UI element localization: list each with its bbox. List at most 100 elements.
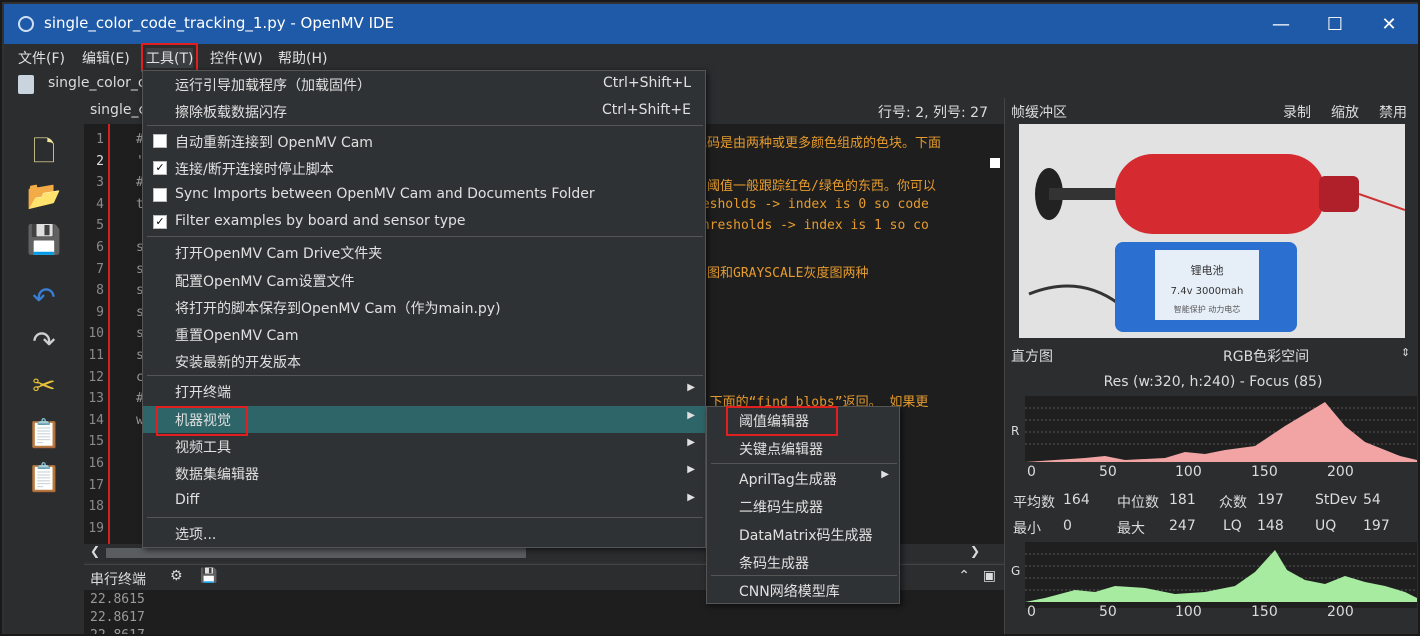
editor-tab[interactable]: single_c bbox=[90, 102, 146, 118]
tools-menu-item[interactable]: 打开终端 ▶ bbox=[143, 378, 705, 405]
stat-mean: 164 bbox=[1063, 492, 1090, 508]
paste-icon[interactable]: 📋 bbox=[26, 460, 62, 496]
line-number: 13 bbox=[88, 391, 104, 407]
r-histogram bbox=[1025, 396, 1417, 462]
tools-menu-item[interactable]: 安装最新的开发版本 bbox=[143, 348, 705, 375]
tools-menu-item[interactable]: 打开OpenMV Cam Drive文件夹 bbox=[143, 239, 705, 266]
menu-tools[interactable]: 工具(T) bbox=[140, 43, 199, 73]
machine-vision-item[interactable]: 条码生成器 bbox=[707, 549, 899, 576]
cursor-position: 行号: 2, 列号: 27 bbox=[878, 105, 988, 121]
tools-menu-item[interactable]: Sync Imports between OpenMV Cam and Docu… bbox=[143, 182, 705, 209]
collapse-panel-icon[interactable]: ▣ bbox=[983, 568, 996, 584]
redo-icon[interactable]: ↷ bbox=[26, 324, 62, 360]
menu-file[interactable]: 文件(F) bbox=[18, 48, 65, 68]
histogram-tick-label: 50 bbox=[1099, 464, 1117, 480]
menu-item-label: 擦除板载数据闪存 bbox=[175, 105, 287, 121]
menu-item-label: 打开终端 bbox=[175, 385, 231, 401]
menu-help[interactable]: 帮助(H) bbox=[278, 48, 327, 68]
checkbox[interactable]: ✓ bbox=[153, 161, 167, 175]
menu-item-label: Sync Imports between OpenMV Cam and Docu… bbox=[175, 186, 595, 202]
tools-menu-item[interactable]: 选项... bbox=[143, 520, 705, 547]
menu-item-shortcut: Ctrl+Shift+E bbox=[601, 102, 691, 118]
menu-widgets[interactable]: 控件(W) bbox=[210, 48, 263, 68]
stat-max: 247 bbox=[1169, 518, 1196, 534]
minimize-button[interactable]: — bbox=[1266, 12, 1296, 38]
open-folder-icon[interactable]: 📂 bbox=[26, 178, 62, 214]
menu-item-label: 二维码生成器 bbox=[739, 500, 823, 516]
histogram-tick-label: 200 bbox=[1327, 604, 1354, 620]
histogram-tick-label: 150 bbox=[1251, 604, 1278, 620]
tools-menu-item[interactable]: 数据集编辑器 ▶ bbox=[143, 460, 705, 487]
terminal-label: 串行终端 bbox=[90, 572, 146, 588]
stat-mode-label: 众数 bbox=[1219, 495, 1247, 511]
highlight-threshold-editor bbox=[726, 406, 838, 436]
record-button[interactable]: 录制 bbox=[1283, 102, 1311, 122]
copy-icon[interactable]: 📋 bbox=[26, 416, 62, 452]
menu-item-label: Diff bbox=[175, 492, 200, 508]
checkbox[interactable] bbox=[153, 188, 167, 202]
close-button[interactable]: ✕ bbox=[1374, 12, 1404, 38]
menu-item-label: 条码生成器 bbox=[739, 556, 809, 572]
machine-vision-item[interactable]: 二维码生成器 bbox=[707, 493, 899, 520]
stat-uq-label: UQ bbox=[1315, 518, 1337, 534]
machine-vision-item[interactable]: CNN网络模型库 bbox=[707, 577, 899, 604]
scrollbar-thumb[interactable] bbox=[106, 548, 526, 558]
code-line: 式码是由两种或更多颜色组成的色块。下面 bbox=[694, 136, 942, 151]
disable-button[interactable]: 禁用 bbox=[1379, 102, 1407, 122]
histogram-label: 直方图 bbox=[1011, 349, 1053, 365]
submenu-arrow-icon: ▶ bbox=[687, 382, 695, 393]
save-icon[interactable]: 💾 bbox=[26, 222, 62, 258]
checkbox[interactable]: ✓ bbox=[153, 215, 167, 229]
menu-item-label: 连接/断开连接时停止脚本 bbox=[175, 162, 334, 178]
line-number: 6 bbox=[96, 240, 104, 255]
histogram-tick-label: 200 bbox=[1327, 464, 1354, 480]
code-line: 的阈值一般跟踪红色/绿色的东西。你可以 bbox=[694, 179, 936, 195]
save-terminal-icon[interactable]: 💾 bbox=[200, 568, 217, 584]
tools-menu-item[interactable]: ✓ 连接/断开连接时停止脚本 bbox=[143, 155, 705, 182]
cut-icon[interactable]: ✂ bbox=[26, 368, 62, 404]
battery-label-1: 锂电池 bbox=[1191, 263, 1224, 277]
tools-menu-item[interactable]: 视频工具 ▶ bbox=[143, 433, 705, 460]
machine-vision-item[interactable]: AprilTag生成器 ▶ bbox=[707, 465, 899, 492]
menu-edit[interactable]: 编辑(E) bbox=[82, 48, 130, 68]
line-number: 8 bbox=[96, 283, 104, 299]
clear-terminal-icon[interactable]: ⚙ bbox=[170, 568, 183, 584]
stat-lq-label: LQ bbox=[1223, 518, 1242, 534]
tools-menu-item[interactable]: 配置OpenMV Cam设置文件 bbox=[143, 267, 705, 294]
tools-menu-item[interactable]: Diff ▶ bbox=[143, 488, 705, 515]
tools-menu-item[interactable]: 重置OpenMV Cam bbox=[143, 321, 705, 348]
app-window: single_color_code_tracking_1.py - OpenMV… bbox=[0, 0, 1420, 636]
tools-dropdown-menu: 运行引导加载程序（加载固件） Ctrl+Shift+L 擦除板载数据闪存 Ctrl+S… bbox=[142, 70, 706, 548]
line-number: 19 bbox=[88, 520, 104, 536]
right-panel: 帧缓冲区 录制 缩放 禁用 锂电池 7.4v 3000mah 智能保护 动力电芯 bbox=[1004, 98, 1418, 634]
expand-up-icon[interactable]: ⌃ bbox=[958, 568, 970, 584]
undo-icon[interactable]: ↶ bbox=[26, 280, 62, 316]
left-toolbar: 🗋 📂 💾 ↶ ↷ ✂ 📋 📋 bbox=[4, 98, 84, 634]
stat-stdev: 54 bbox=[1363, 492, 1381, 508]
maximize-button[interactable]: ☐ bbox=[1320, 12, 1350, 38]
tools-menu-item[interactable]: 自动重新连接到 OpenMV Cam bbox=[143, 128, 705, 155]
zoom-button[interactable]: 缩放 bbox=[1331, 102, 1359, 122]
document-tab[interactable]: single_color_c bbox=[48, 75, 146, 91]
battery-label-2: 7.4v 3000mah bbox=[1171, 286, 1244, 297]
machine-vision-item[interactable]: 关键点编辑器 bbox=[707, 435, 899, 462]
tools-menu-item[interactable]: 运行引导加载程序（加载固件） Ctrl+Shift+L bbox=[143, 71, 705, 98]
tools-menu-item[interactable]: 擦除板载数据闪存 Ctrl+Shift+E bbox=[143, 98, 705, 125]
tools-menu-item[interactable]: ✓ Filter examples by board and sensor typ… bbox=[143, 209, 705, 236]
menu-item-label: 配置OpenMV Cam设置文件 bbox=[175, 274, 355, 290]
color-space-select[interactable]: RGB色彩空间 bbox=[1223, 346, 1309, 366]
stat-max-label: 最大 bbox=[1117, 521, 1145, 537]
scroll-left-icon[interactable]: ❮ bbox=[90, 544, 100, 558]
code-line: thresholds -> index is 1 so co bbox=[694, 218, 929, 234]
select-arrows-icon[interactable]: ⇕ bbox=[1401, 346, 1410, 359]
highlight-machine-vision bbox=[156, 406, 248, 436]
machine-vision-item[interactable]: DataMatrix码生成器 bbox=[707, 521, 899, 548]
document-icon bbox=[18, 75, 34, 94]
scroll-right-icon[interactable]: ❯ bbox=[970, 544, 980, 558]
checkbox[interactable] bbox=[153, 134, 167, 148]
tools-menu-item[interactable]: 将打开的脚本保存到OpenMV Cam（作为main.py) bbox=[143, 294, 705, 321]
stat-median-label: 中位数 bbox=[1117, 495, 1159, 511]
submenu-arrow-icon: ▶ bbox=[687, 492, 695, 503]
new-file-icon[interactable]: 🗋 bbox=[26, 134, 62, 170]
stat-lq: 148 bbox=[1257, 518, 1284, 534]
